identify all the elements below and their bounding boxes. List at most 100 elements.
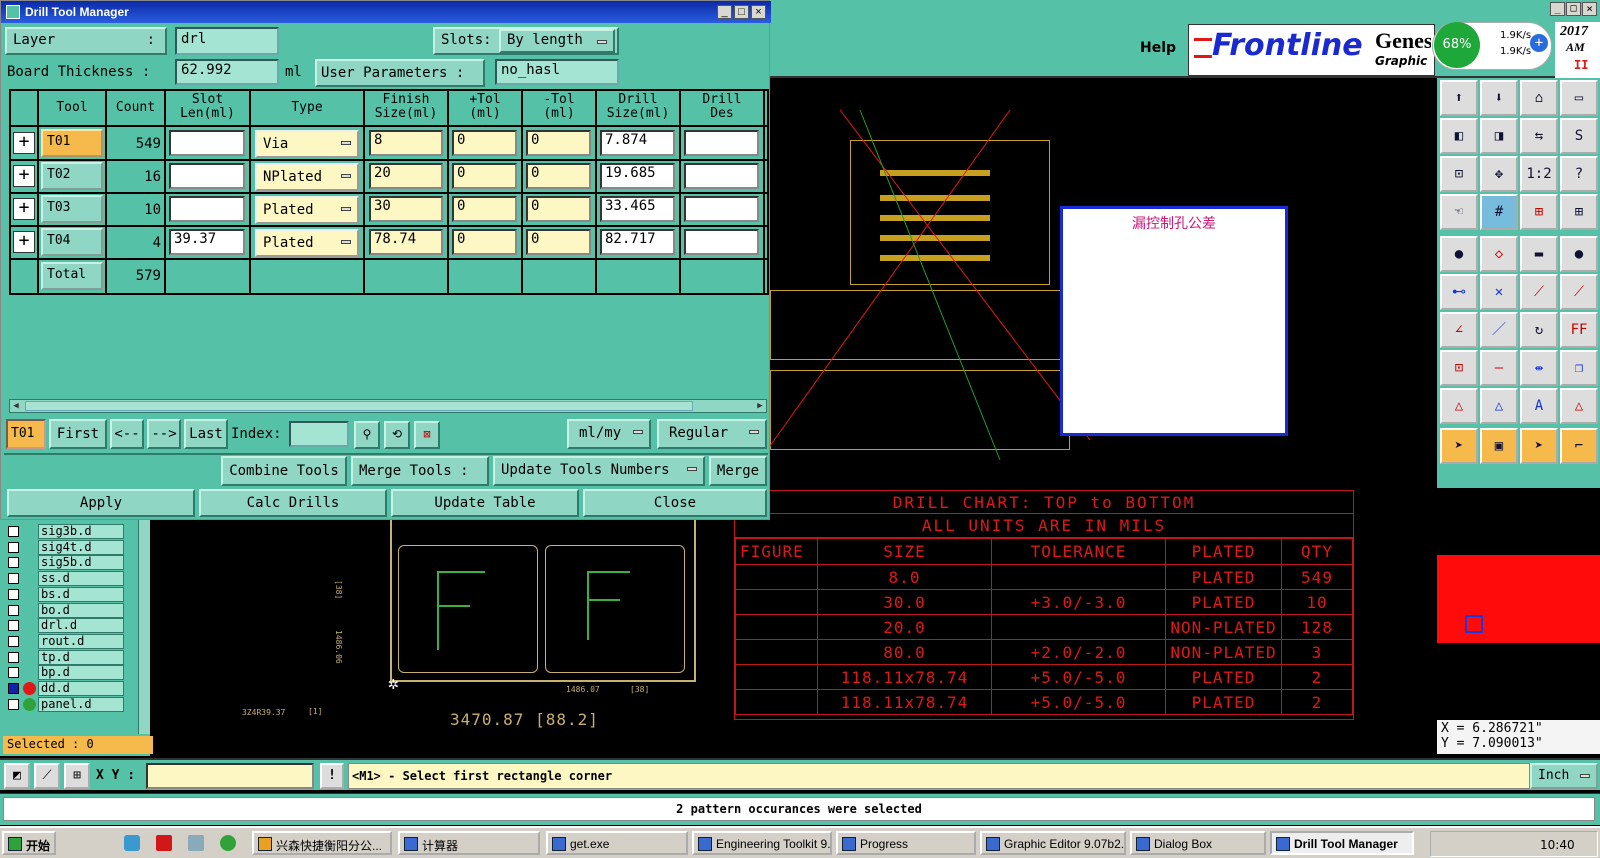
type-select[interactable]: Via xyxy=(255,130,359,158)
scroll-left-icon[interactable]: ◀ xyxy=(9,399,23,413)
redraw-icon[interactable]: S xyxy=(1560,118,1598,154)
scroll-thumb[interactable] xyxy=(25,401,693,411)
task-item[interactable]: 计算器 xyxy=(398,831,540,855)
ff-icon[interactable]: FF xyxy=(1560,312,1598,348)
view-tool3-icon[interactable]: ⊞ xyxy=(64,763,90,789)
layer-field[interactable]: drl xyxy=(175,27,279,55)
plus-tol-input[interactable]: 0 xyxy=(452,229,517,255)
pointer-step-icon[interactable]: ⌐ xyxy=(1560,428,1598,464)
tool-name[interactable]: T03 xyxy=(41,195,103,223)
minus-tol-input[interactable]: 0 xyxy=(526,130,591,156)
expand-row-icon[interactable]: + xyxy=(13,198,35,220)
grid-icon[interactable]: # xyxy=(1480,194,1518,230)
slot-len-input[interactable]: 39.37 xyxy=(169,229,245,255)
annotation-box[interactable]: 漏控制孔公差 xyxy=(1060,206,1288,436)
slash-icon[interactable]: ／ xyxy=(1480,312,1518,348)
view-tool2-icon[interactable]: ⟋ xyxy=(34,763,60,789)
layer-list-item[interactable]: panel.d xyxy=(6,696,126,712)
minimize-icon[interactable]: _ xyxy=(1550,2,1565,16)
mode-dropdown[interactable]: Regular xyxy=(657,419,767,449)
units-dropdown[interactable]: ml/my xyxy=(567,419,651,449)
layer-checkbox[interactable] xyxy=(8,541,19,553)
task-item[interactable]: Graphic Editor 9.07b2... xyxy=(980,831,1126,855)
task-item[interactable]: 兴森快捷衡阳分公... xyxy=(252,831,392,855)
tri2-icon[interactable]: △ xyxy=(1480,388,1518,424)
board-thickness-field[interactable]: 62.992 xyxy=(175,59,279,85)
drill-des-input[interactable] xyxy=(684,163,759,189)
layer-checkbox[interactable] xyxy=(8,667,19,679)
index-search-icon[interactable]: ⚲ xyxy=(354,421,380,449)
finish-size-input[interactable]: 8 xyxy=(369,130,443,156)
pan-icon[interactable]: ⇆ xyxy=(1520,118,1558,154)
finish-size-input[interactable]: 30 xyxy=(369,196,443,222)
pointer-alt-icon[interactable]: ➤ xyxy=(1520,428,1558,464)
nav-next-button[interactable]: --> xyxy=(147,419,181,449)
calc-drills-button[interactable]: Calc Drills xyxy=(199,489,387,517)
start-button[interactable]: 开始 xyxy=(2,831,56,855)
apply-button[interactable]: Apply xyxy=(7,489,195,517)
layer-list-item[interactable]: tp.d xyxy=(6,649,126,665)
layer-list-item[interactable]: bo.d xyxy=(6,602,126,618)
layer-checkbox[interactable] xyxy=(8,557,19,569)
plus-tol-input[interactable]: 0 xyxy=(452,163,517,189)
tool-name[interactable]: T01 xyxy=(41,129,103,157)
layer-checkbox[interactable] xyxy=(8,683,19,694)
tool-name[interactable]: T04 xyxy=(41,228,103,256)
help-menu[interactable]: Help xyxy=(1140,40,1176,56)
line-node2-icon[interactable]: ⟋ xyxy=(1560,274,1598,310)
nav-first-button[interactable]: First xyxy=(49,419,107,449)
layer-list-item[interactable]: drl.d xyxy=(6,618,126,634)
tri3-icon[interactable]: A xyxy=(1520,388,1558,424)
zoom-home-icon[interactable]: ⬆ xyxy=(1440,80,1478,116)
layer-list-item[interactable]: ss.d xyxy=(6,571,126,587)
task-item[interactable]: Progress xyxy=(836,831,976,855)
type-select[interactable]: NPlated xyxy=(255,163,359,191)
drill-des-input[interactable] xyxy=(684,229,759,255)
arc-icon[interactable]: ↻ xyxy=(1520,312,1558,348)
task-item[interactable]: get.exe xyxy=(546,831,688,855)
angle-icon[interactable]: ∠ xyxy=(1440,312,1478,348)
layer-checkbox[interactable] xyxy=(8,635,19,647)
scroll-right-icon[interactable]: ▶ xyxy=(753,399,767,413)
finish-size-input[interactable]: 78.74 xyxy=(369,229,443,255)
minimize-icon[interactable]: _ xyxy=(717,5,732,19)
layer-list-item[interactable]: bp.d xyxy=(6,665,126,681)
home-icon[interactable]: ⌂ xyxy=(1520,80,1558,116)
index-refresh-icon[interactable]: ⟲ xyxy=(384,421,410,449)
slot-len-input[interactable] xyxy=(169,196,245,222)
snap-red-icon[interactable]: ⊞ xyxy=(1520,194,1558,230)
task-item-active[interactable]: Drill Tool Manager xyxy=(1270,831,1414,855)
expand-row-icon[interactable]: + xyxy=(13,132,35,154)
copy-icon[interactable]: ❐ xyxy=(1560,350,1598,386)
layer-list-item[interactable]: bs.d xyxy=(6,586,126,602)
network-icon[interactable] xyxy=(124,835,140,851)
minus-tol-input[interactable]: 0 xyxy=(526,163,591,189)
index-delete-icon[interactable]: ⊠ xyxy=(414,421,440,449)
layer-checkbox[interactable] xyxy=(8,588,19,600)
layer-button[interactable]: Layer: xyxy=(5,27,167,55)
cross-icon[interactable]: ✕ xyxy=(1480,274,1518,310)
minus-tol-input[interactable]: 0 xyxy=(526,229,591,255)
help-icon[interactable]: ? xyxy=(1560,156,1598,192)
node-icon[interactable]: ⊡ xyxy=(1440,350,1478,386)
pdf-icon[interactable] xyxy=(156,835,172,851)
close-button[interactable]: Close xyxy=(583,489,767,517)
drill-size-input[interactable]: 7.874 xyxy=(600,130,675,156)
slot-len-input[interactable] xyxy=(169,163,245,189)
units-select[interactable]: Inch xyxy=(1530,763,1598,789)
layer-list-item[interactable]: sig5b.d xyxy=(6,555,126,571)
expand-row-icon[interactable]: + xyxy=(13,231,35,253)
zoom-down-icon[interactable]: ⬇ xyxy=(1480,80,1518,116)
layer-list-item[interactable]: rout.d xyxy=(6,633,126,649)
zoom-icon[interactable]: ✥ xyxy=(1480,156,1518,192)
calculator-icon[interactable] xyxy=(188,835,204,851)
close-icon[interactable]: × xyxy=(1582,2,1597,16)
fit-icon[interactable]: ⊡ xyxy=(1440,156,1478,192)
pan-left-icon[interactable]: ◧ xyxy=(1440,118,1478,154)
drill-des-input[interactable] xyxy=(684,130,759,156)
drill-des-input[interactable] xyxy=(684,196,759,222)
measure-icon[interactable]: ⇹ xyxy=(1520,350,1558,386)
index-field[interactable] xyxy=(289,421,349,447)
tri1-icon[interactable]: △ xyxy=(1440,388,1478,424)
scale-icon[interactable]: 1:2 xyxy=(1520,156,1558,192)
